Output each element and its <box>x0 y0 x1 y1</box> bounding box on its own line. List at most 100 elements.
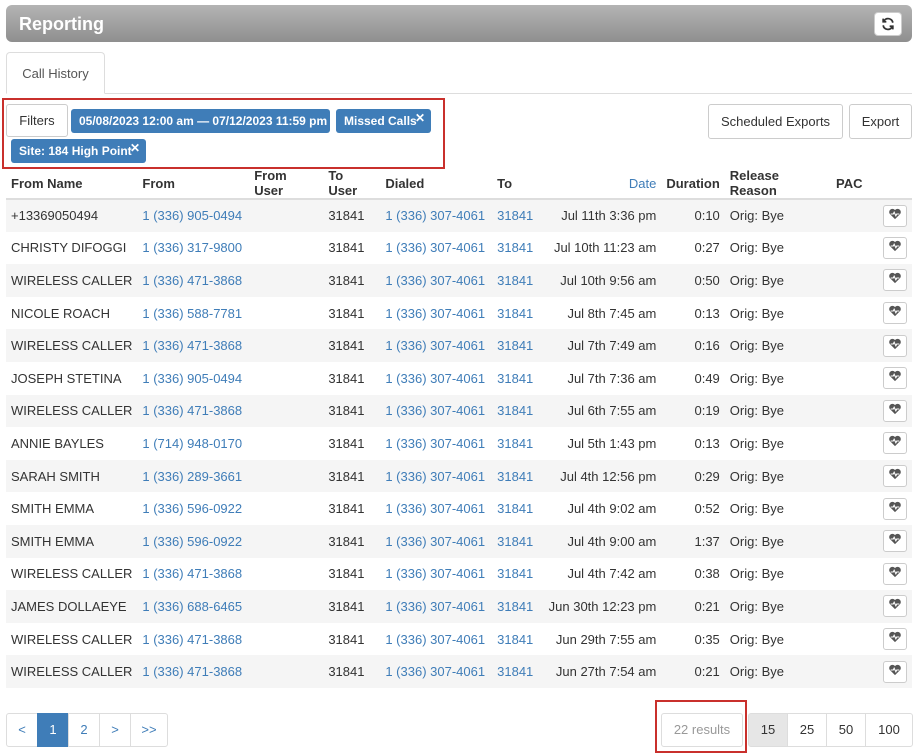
dialed-number-link[interactable]: 1 (336) 307-4061 <box>380 459 493 493</box>
to-link[interactable]: 31841 <box>492 492 544 525</box>
pac-button[interactable] <box>883 497 907 520</box>
pac-button[interactable] <box>883 595 907 618</box>
from-user-cell <box>249 329 324 362</box>
from-number-link[interactable]: 1 (336) 596-0922 <box>137 524 250 558</box>
export-button[interactable]: Export <box>849 104 912 139</box>
to-link[interactable]: 31841 <box>492 623 544 656</box>
to-link[interactable]: 31841 <box>492 655 544 688</box>
to-link[interactable]: 31841 <box>492 264 544 297</box>
heart-pulse-icon <box>889 599 901 610</box>
pac-button[interactable] <box>883 432 907 455</box>
to-link[interactable]: 31841 <box>492 459 544 493</box>
to-link[interactable]: 31841 <box>492 362 544 395</box>
pac-button[interactable] <box>883 236 907 259</box>
from-number-link[interactable]: 1 (336) 905-0494 <box>137 199 250 232</box>
filter-chip-date-range[interactable]: 05/08/2023 12:00 am — 07/12/2023 11:59 p… <box>71 109 330 133</box>
dialed-number-link[interactable]: 1 (336) 307-4061 <box>380 427 492 460</box>
column-header-from-user[interactable]: From User <box>249 168 324 200</box>
to-link[interactable]: 31841 <box>492 427 544 460</box>
release-reason-cell: Orig: Bye <box>729 566 784 582</box>
dialed-number-link[interactable]: 1 (336) 307-4061 <box>380 264 493 297</box>
dialed-number-link[interactable]: 1 (336) 307-4061 <box>380 558 492 591</box>
dialed-number-link[interactable]: 1 (336) 307-4061 <box>380 623 492 656</box>
pac-cell <box>830 394 912 428</box>
dialed-number-link[interactable]: 1 (336) 307-4061 <box>380 590 493 623</box>
from-number-link[interactable]: 1 (336) 688-6465 <box>137 590 250 623</box>
pac-button[interactable] <box>883 399 907 422</box>
page-last-button[interactable]: >> <box>130 713 168 747</box>
pac-button[interactable] <box>883 660 907 683</box>
column-header-to[interactable]: To <box>492 168 544 200</box>
page-1-button[interactable]: 1 <box>37 713 69 747</box>
tab-call-history[interactable]: Call History <box>6 52 105 94</box>
to-link[interactable]: 31841 <box>492 329 544 362</box>
from-number-link[interactable]: 1 (336) 289-3661 <box>137 459 250 493</box>
dialed-number-link[interactable]: 1 (336) 307-4061 <box>380 297 492 330</box>
to-link[interactable]: 31841 <box>492 232 544 265</box>
page-next-button[interactable]: > <box>99 713 131 747</box>
filter-chip-missed-calls[interactable]: Missed Calls ✕ <box>336 109 431 133</box>
close-icon[interactable]: ✕ <box>130 136 140 160</box>
column-header-from[interactable]: From <box>137 168 250 200</box>
to-link[interactable]: 31841 <box>492 590 544 623</box>
dialed-number-link[interactable]: 1 (336) 307-4061 <box>380 524 493 558</box>
from-name-cell: JAMES DOLLAEYE <box>6 590 138 623</box>
dialed-number-link[interactable]: 1 (336) 307-4061 <box>380 232 492 265</box>
from-number-link[interactable]: 1 (336) 317-9800 <box>137 232 249 265</box>
dialed-number-link[interactable]: 1 (336) 307-4061 <box>380 394 493 428</box>
dialed-number-link[interactable]: 1 (336) 307-4061 <box>380 492 492 525</box>
page-size-50-button[interactable]: 50 <box>826 713 866 747</box>
from-name-cell: WIRELESS CALLER <box>6 655 138 688</box>
page-size-15-button[interactable]: 15 <box>748 713 788 747</box>
pac-button[interactable] <box>883 269 907 292</box>
dialed-number-link[interactable]: 1 (336) 307-4061 <box>380 655 493 688</box>
from-number-link[interactable]: 1 (336) 471-3868 <box>137 329 250 362</box>
from-number-link[interactable]: 1 (336) 471-3868 <box>137 655 250 688</box>
close-icon[interactable]: ✕ <box>415 106 425 130</box>
filters-button[interactable]: Filters <box>6 104 68 137</box>
column-header-release-reason[interactable]: Release Reason <box>724 168 831 200</box>
heart-pulse-icon <box>889 631 901 643</box>
dialed-number-link[interactable]: 1 (336) 307-4061 <box>380 362 492 395</box>
column-header-to-user[interactable]: To User <box>323 168 381 200</box>
from-number-link[interactable]: 1 (714) 948-0170 <box>137 427 249 460</box>
page-size-25-button[interactable]: 25 <box>787 713 827 747</box>
pac-button[interactable] <box>883 367 907 390</box>
pac-button[interactable] <box>883 204 907 227</box>
filter-chip-site[interactable]: Site: 184 High Point ✕ <box>11 139 146 163</box>
from-number-link[interactable]: 1 (336) 588-7781 <box>137 297 249 330</box>
page-size-100-button[interactable]: 100 <box>865 713 913 747</box>
to-link[interactable]: 31841 <box>492 394 544 428</box>
pac-cell <box>831 297 912 330</box>
refresh-button[interactable] <box>874 12 902 36</box>
from-number-link[interactable]: 1 (336) 471-3868 <box>137 558 249 591</box>
page-2-button[interactable]: 2 <box>68 713 100 747</box>
column-header-from-name[interactable]: From Name <box>6 168 138 200</box>
to-user-cell: 31841 <box>328 435 365 451</box>
pac-button[interactable] <box>883 530 907 553</box>
from-number-link[interactable]: 1 (336) 596-0922 <box>137 492 249 525</box>
column-header-date[interactable]: Date <box>543 168 662 200</box>
pac-button[interactable] <box>883 562 907 585</box>
pac-button[interactable] <box>883 465 907 488</box>
scheduled-exports-button[interactable]: Scheduled Exports <box>708 104 843 139</box>
column-header-dialed[interactable]: Dialed <box>380 168 493 200</box>
from-number-link[interactable]: 1 (336) 471-3868 <box>137 264 250 297</box>
dialed-number-link[interactable]: 1 (336) 307-4061 <box>380 329 493 362</box>
to-link[interactable]: 31841 <box>492 524 544 558</box>
duration-cell: 0:21 <box>661 590 725 623</box>
column-header-duration[interactable]: Duration <box>661 168 725 200</box>
dialed-number-link[interactable]: 1 (336) 307-4061 <box>380 199 493 232</box>
from-number-link[interactable]: 1 (336) 905-0494 <box>137 362 249 395</box>
from-number-link[interactable]: 1 (336) 471-3868 <box>137 623 249 656</box>
to-link[interactable]: 31841 <box>492 297 544 330</box>
pac-button[interactable] <box>883 334 907 357</box>
to-link[interactable]: 31841 <box>492 558 544 591</box>
from-number-link[interactable]: 1 (336) 471-3868 <box>137 394 250 428</box>
to-link[interactable]: 31841 <box>492 199 544 232</box>
page-prev-button[interactable]: < <box>6 713 38 747</box>
pac-button[interactable] <box>883 302 907 325</box>
pac-cell <box>830 199 912 232</box>
release-reason-cell: Orig: Bye <box>729 240 784 256</box>
pac-button[interactable] <box>883 628 907 651</box>
